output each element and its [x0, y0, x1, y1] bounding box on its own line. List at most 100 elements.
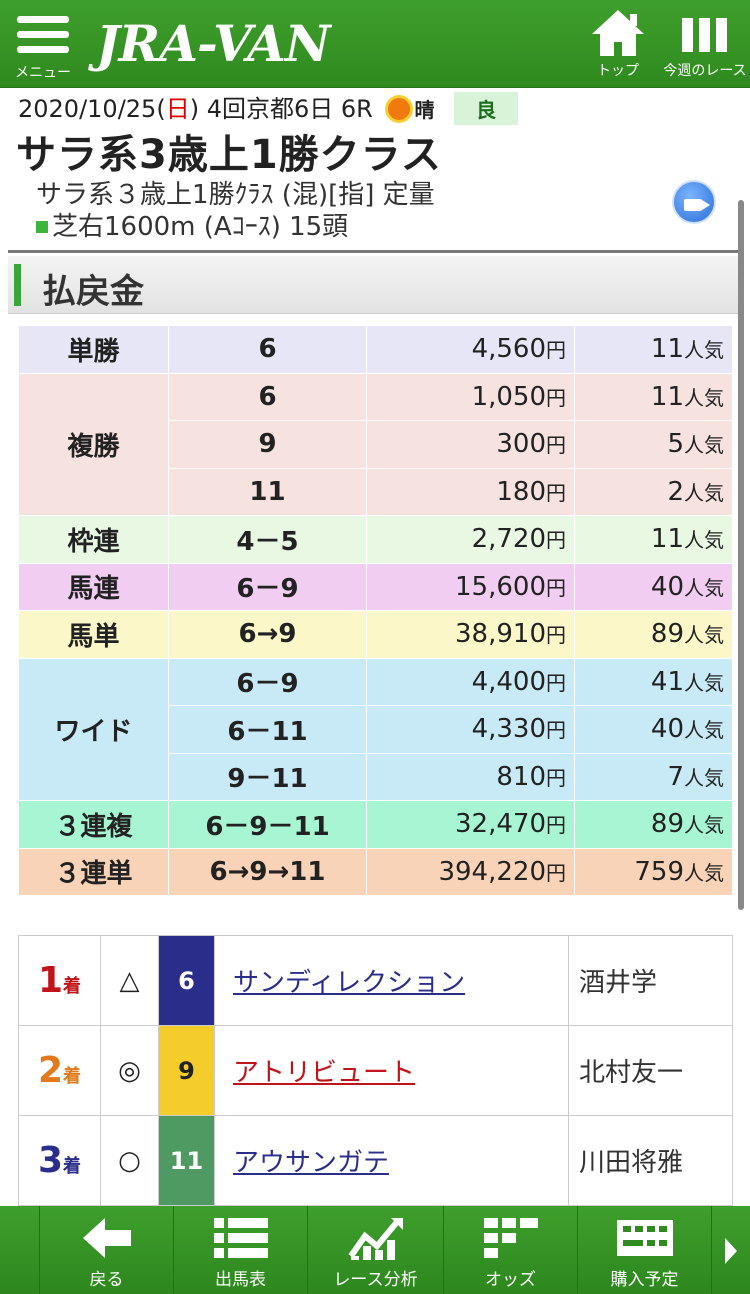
- nav-odds-button[interactable]: オッズ: [444, 1206, 578, 1294]
- payout-amount: 4,330円: [366, 705, 575, 754]
- payout-amount: 810円: [366, 752, 575, 801]
- payout-section-heading: 払戻金: [8, 256, 740, 314]
- nav-purchase-plan-button[interactable]: 購入予定: [578, 1206, 712, 1294]
- combination: 6－11: [168, 705, 367, 754]
- popularity: 2人気: [574, 467, 733, 516]
- nav-label: オッズ: [485, 1270, 536, 1290]
- vertical-scrollbar[interactable]: [738, 200, 744, 910]
- bet-type-bracket-quinella: 枠連: [18, 515, 169, 564]
- race-date-suffix: ) 4回京都6日 6R: [189, 95, 373, 123]
- heading-accent-bar: [14, 264, 21, 306]
- weather-text: 晴: [414, 98, 435, 122]
- popularity: 40人気: [574, 562, 733, 611]
- popularity: 89人気: [574, 800, 733, 849]
- race-weekday: 日: [165, 95, 190, 123]
- table-row: 1着 △ 6 サンディレクション 酒井学: [18, 935, 733, 1026]
- finish-position: 3着: [18, 1115, 101, 1206]
- combination: 6－9: [168, 562, 367, 611]
- finish-position: 2着: [18, 1025, 101, 1116]
- popularity: 89人気: [574, 610, 733, 659]
- table-row: 単勝 6 4,560円 11人気: [18, 325, 733, 374]
- menu-button[interactable]: メニュー: [12, 10, 74, 82]
- combination: 9: [168, 420, 367, 469]
- bet-type-win: 単勝: [18, 325, 169, 374]
- finish-position: 1着: [18, 935, 101, 1026]
- combination: 4－5: [168, 515, 367, 564]
- race-course-text: 芝右1600m (Aｺｰｽ) 15頭: [52, 212, 349, 242]
- race-title: サラ系3歳上1勝クラス: [16, 132, 442, 178]
- payout-heading-text: 払戻金: [42, 272, 144, 312]
- popularity: 7人気: [574, 752, 733, 801]
- payout-amount: 394,220円: [366, 847, 575, 896]
- payout-amount: 1,050円: [366, 372, 575, 421]
- week-races-label: 今週のレース: [663, 63, 747, 79]
- hamburger-icon: [12, 10, 74, 53]
- jockey-name: 川田将雅: [568, 1115, 733, 1206]
- chevron-right-icon: [725, 1238, 737, 1264]
- this-week-races-button[interactable]: 今週のレース: [660, 6, 750, 82]
- payout-amount: 4,560円: [366, 325, 575, 374]
- nav-scroll-right[interactable]: [712, 1206, 750, 1294]
- payout-table: 単勝 6 4,560円 11人気 複勝 6 1,050円 11人気 9 300円…: [18, 325, 733, 896]
- table-row: 馬単 6→9 38,910円 89人気: [18, 610, 733, 659]
- combination: 9－11: [168, 752, 367, 801]
- prediction-mark: △: [100, 935, 159, 1026]
- table-row: ワイド 6－9 4,400円 41人気: [18, 657, 733, 801]
- popularity: 5人気: [574, 420, 733, 469]
- home-icon: [592, 10, 644, 56]
- payout-amount: 15,600円: [366, 562, 575, 611]
- bet-type-wide: ワイド: [18, 657, 169, 801]
- combination: 6: [168, 372, 367, 421]
- app-logo[interactable]: JRA-VAN: [96, 14, 331, 73]
- payout-amount: 38,910円: [366, 610, 575, 659]
- jockey-name: 北村友一: [568, 1025, 733, 1116]
- table-row: ３連単 6→9→11 394,220円 759人気: [18, 847, 733, 896]
- popularity: 759人気: [574, 847, 733, 896]
- jockey-name: 酒井学: [568, 935, 733, 1026]
- odds-grid-icon: [483, 1218, 538, 1258]
- payout-amount: 300円: [366, 420, 575, 469]
- combination: 6－9－11: [168, 800, 367, 849]
- horse-name-link[interactable]: サンディレクション: [214, 935, 569, 1026]
- bet-type-exacta: 馬単: [18, 610, 169, 659]
- prediction-mark: ○: [100, 1115, 159, 1206]
- video-camera-icon[interactable]: [672, 180, 716, 224]
- horse-number: 6: [158, 935, 215, 1026]
- arrow-left-icon: [82, 1218, 131, 1258]
- popularity: 11人気: [574, 372, 733, 421]
- track-condition-badge: 良: [454, 92, 519, 125]
- menu-label: メニュー: [15, 65, 71, 81]
- combination: 6→9: [168, 610, 367, 659]
- nav-label: 戻る: [89, 1270, 124, 1290]
- combination: 6→9→11: [168, 847, 367, 896]
- turf-marker-icon: [36, 221, 48, 233]
- nav-back-button[interactable]: 戻る: [40, 1206, 174, 1294]
- race-date-prefix: 2020/10/25(: [18, 95, 166, 123]
- payout-amount: 32,470円: [366, 800, 575, 849]
- table-row: 2着 ◎ 9 アトリビュート 北村友一: [18, 1025, 733, 1116]
- nav-scroll-left[interactable]: [0, 1206, 40, 1294]
- table-row: 3着 ○ 11 アウサンガテ 川田将雅: [18, 1115, 733, 1206]
- popularity: 11人気: [574, 515, 733, 564]
- app-header: メニュー JRA-VAN トップ 今週のレース: [0, 0, 750, 88]
- list-icon: [213, 1218, 268, 1258]
- nav-race-analysis-button[interactable]: レース分析: [308, 1206, 444, 1294]
- horse-number: 9: [158, 1025, 215, 1116]
- horse-name-link[interactable]: アトリビュート: [214, 1025, 569, 1116]
- popularity: 40人気: [574, 705, 733, 754]
- horse-name-link[interactable]: アウサンガテ: [214, 1115, 569, 1206]
- payout-amount: 4,400円: [366, 657, 575, 706]
- nav-label: レース分析: [333, 1270, 418, 1290]
- header-divider: [8, 250, 740, 253]
- result-table: 1着 △ 6 サンディレクション 酒井学 2着 ◎ 9 アトリビュート 北村友一…: [18, 935, 733, 1206]
- payout-amount: 180円: [366, 467, 575, 516]
- top-button[interactable]: トップ: [586, 6, 650, 82]
- table-row: 複勝 6 1,050円 11人気: [18, 372, 733, 516]
- nav-label: 出馬表: [215, 1270, 266, 1290]
- table-row: 馬連 6－9 15,600円 40人気: [18, 562, 733, 611]
- nav-entries-button[interactable]: 出馬表: [174, 1206, 308, 1294]
- week-races-icon: [682, 18, 727, 52]
- table-row: ３連複 6－9－11 32,470円 89人気: [18, 800, 733, 849]
- popularity: 11人気: [574, 325, 733, 374]
- prediction-mark: ◎: [100, 1025, 159, 1116]
